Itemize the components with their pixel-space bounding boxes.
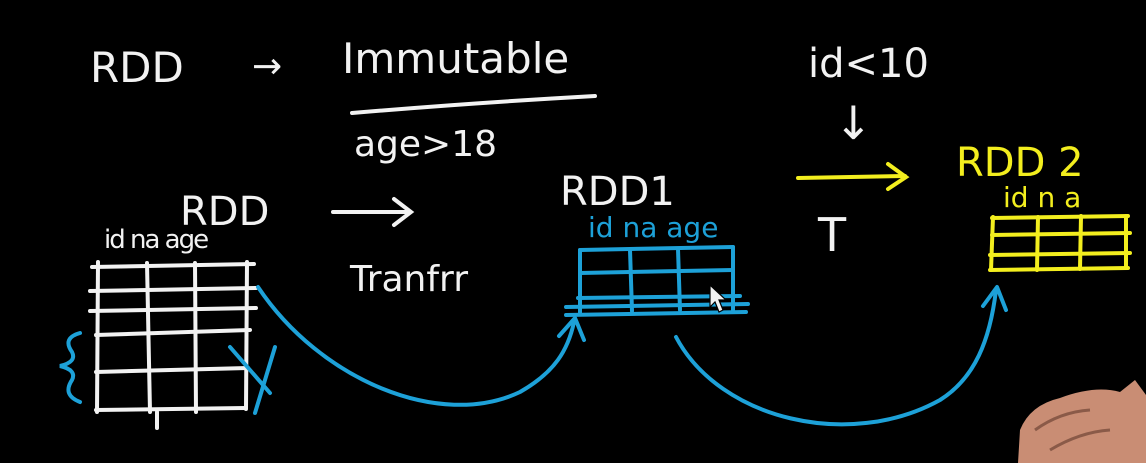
mouse-cursor-icon [709, 283, 728, 313]
blue-cross [228, 345, 277, 415]
rdd-table-grid [88, 260, 258, 430]
transform-label: Tranfrr [350, 259, 469, 300]
heading-underline [350, 94, 597, 115]
rdd2-columns: id n a [1003, 181, 1082, 214]
rdd2-title: RDD 2 [956, 140, 1084, 186]
presenter-hand [1018, 380, 1146, 463]
condition-id: id<10 [808, 41, 929, 87]
curve-arrow-rdd1-to-rdd2 [674, 288, 998, 427]
heading-arrow: → [252, 46, 283, 87]
rdd-columns: id na age [104, 225, 209, 255]
condition-age: age>18 [354, 124, 498, 165]
rdd2-table-grid [988, 214, 1132, 272]
heading-immutable: Immutable [342, 34, 570, 83]
whiteboard: RDD → Immutable age>18 id<10 ↓ RDD id na… [0, 0, 1146, 463]
t-label: T [818, 208, 847, 262]
down-arrow: ↓ [834, 96, 873, 150]
rdd1-columns: id na age [588, 211, 719, 244]
transform-arrow [331, 197, 415, 227]
blue-brace [59, 331, 82, 404]
yellow-arrow [796, 162, 910, 191]
heading-rdd: RDD [90, 43, 184, 92]
curve-arrow-rdd-to-rdd1 [256, 285, 576, 407]
rdd1-title: RDD1 [560, 169, 675, 215]
